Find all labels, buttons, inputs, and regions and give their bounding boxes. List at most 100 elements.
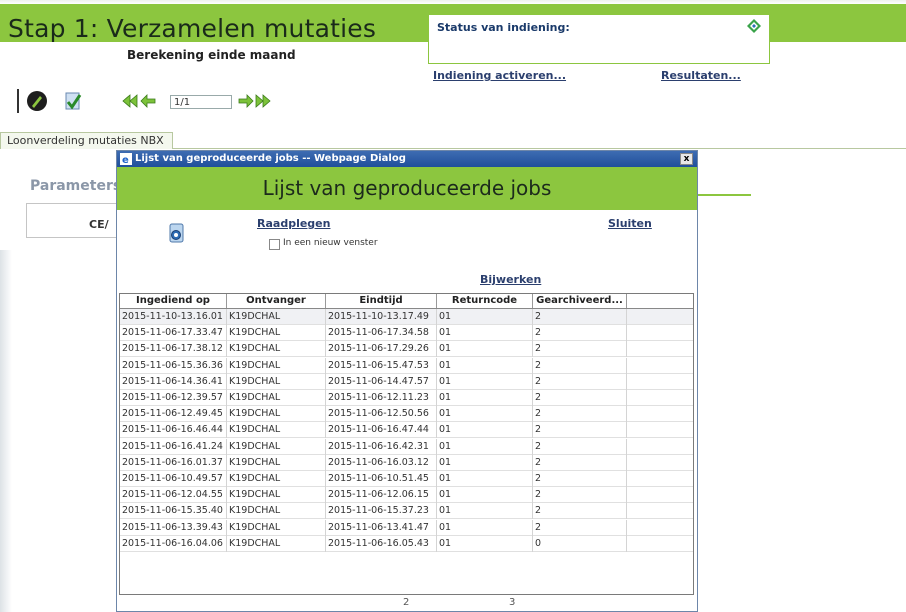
cell-submitted: 2015-11-06-16.41.24 xyxy=(120,438,227,455)
cell-empty xyxy=(627,406,693,422)
table-row[interactable]: 2015-11-06-10.49.57 K19DCHAL 2015-11-06-10… xyxy=(120,471,693,487)
dialog-title: Lijst van geproduceerde jobs -- Webpage … xyxy=(135,153,406,164)
cell-returncode: 01 xyxy=(437,357,533,374)
cell-returncode: 01 xyxy=(437,454,533,471)
dialog-close-button[interactable]: x xyxy=(680,153,693,165)
cell-end-time: 2015-11-06-10.51.45 xyxy=(326,471,437,487)
cell-recipient: K19DCHAL xyxy=(227,373,326,390)
page-subtitle: Berekening einde maand xyxy=(127,48,296,62)
column-header-submitted[interactable]: Ingediend op xyxy=(120,294,227,308)
table-row[interactable]: 2015-11-06-14.36.41 K19DCHAL 2015-11-06-14… xyxy=(120,373,693,390)
table-row[interactable]: 2015-11-06-16.04.06 K19DCHAL 2015-11-06-16… xyxy=(120,535,693,552)
cell-empty xyxy=(627,374,693,390)
cell-archived: 0 xyxy=(533,535,627,552)
jobs-list-dialog: e Lijst van geproduceerde jobs -- Webpag… xyxy=(116,150,698,612)
last-page-icon[interactable] xyxy=(255,94,271,108)
cell-empty xyxy=(627,358,693,374)
cell-returncode: 01 xyxy=(437,325,533,342)
cell-returncode: 01 xyxy=(437,487,533,504)
dialog-titlebar[interactable]: e Lijst van geproduceerde jobs -- Webpag… xyxy=(117,151,697,167)
view-document-icon[interactable] xyxy=(167,223,187,245)
cell-empty xyxy=(627,390,693,406)
cell-recipient: K19DCHAL xyxy=(227,406,326,423)
table-row[interactable]: 2015-11-06-16.41.24 K19DCHAL 2015-11-06-16… xyxy=(120,438,693,455)
table-row[interactable]: 2015-11-06-15.35.40 K19DCHAL 2015-11-06-15… xyxy=(120,503,693,520)
cell-returncode: 01 xyxy=(437,390,533,406)
table-row[interactable]: 2015-11-06-12.39.57 K19DCHAL 2015-11-06-12… xyxy=(120,390,693,406)
cell-recipient: K19DCHAL xyxy=(227,519,326,536)
activate-submission-link[interactable]: Indiening activeren... xyxy=(433,69,566,82)
cell-empty xyxy=(627,487,693,503)
tab-loonverdeling-mutaties[interactable]: Loonverdeling mutaties NBX xyxy=(0,132,173,149)
column-header-archived[interactable]: Gearchiveerd... xyxy=(533,294,627,308)
cell-empty xyxy=(627,341,693,357)
table-row[interactable]: 2015-11-06-16.46.44 K19DCHAL 2015-11-06-16… xyxy=(120,422,693,439)
next-page-icon[interactable] xyxy=(238,94,254,108)
column-header-end-time[interactable]: Eindtijd xyxy=(326,294,437,308)
table-row[interactable]: 2015-11-06-16.01.37 K19DCHAL 2015-11-06-16… xyxy=(120,454,693,471)
cell-submitted: 2015-11-06-16.01.37 xyxy=(120,454,227,471)
first-page-icon[interactable] xyxy=(122,94,138,108)
cell-archived: 2 xyxy=(533,325,627,342)
cell-recipient: K19DCHAL xyxy=(227,535,326,552)
toolbar-separator xyxy=(17,89,19,113)
footer-value: 2 xyxy=(403,597,410,608)
cell-recipient: K19DCHAL xyxy=(227,503,326,520)
cell-empty xyxy=(627,536,693,552)
table-row[interactable]: 2015-11-06-12.49.45 K19DCHAL 2015-11-06-12… xyxy=(120,406,693,423)
cell-archived: 2 xyxy=(533,341,627,358)
cell-archived: 2 xyxy=(533,438,627,455)
cell-archived: 2 xyxy=(533,373,627,390)
cell-archived: 2 xyxy=(533,471,627,487)
close-link[interactable]: Sluiten xyxy=(608,217,652,230)
edit-icon[interactable] xyxy=(26,90,48,112)
table-row[interactable]: 2015-11-06-17.38.12 K19DCHAL 2015-11-06-17… xyxy=(120,341,693,358)
cell-submitted: 2015-11-06-12.49.45 xyxy=(120,406,227,423)
jobs-table-footer: 2 3 xyxy=(119,597,694,611)
cell-end-time: 2015-11-06-16.05.43 xyxy=(326,535,437,552)
validate-document-icon[interactable] xyxy=(62,90,84,112)
cell-recipient: K19DCHAL xyxy=(227,357,326,374)
table-row[interactable]: 2015-11-06-15.36.36 K19DCHAL 2015-11-06-15… xyxy=(120,357,693,374)
previous-page-icon[interactable] xyxy=(140,94,156,108)
column-header-spacer xyxy=(627,294,693,308)
cell-submitted: 2015-11-06-10.49.57 xyxy=(120,471,227,487)
cell-submitted: 2015-11-06-17.33.47 xyxy=(120,325,227,342)
cell-archived: 2 xyxy=(533,487,627,504)
cell-recipient: K19DCHAL xyxy=(227,487,326,504)
page-number-input[interactable]: 1/1 xyxy=(170,95,232,109)
cell-end-time: 2015-11-06-13.41.47 xyxy=(326,519,437,536)
cell-end-time: 2015-11-06-14.47.57 xyxy=(326,373,437,390)
cell-returncode: 01 xyxy=(437,471,533,487)
cell-end-time: 2015-11-06-12.50.56 xyxy=(326,406,437,423)
cell-end-time: 2015-11-06-16.03.12 xyxy=(326,454,437,471)
cell-end-time: 2015-11-06-17.29.26 xyxy=(326,341,437,358)
results-link[interactable]: Resultaten... xyxy=(661,69,741,82)
cell-end-time: 2015-11-06-15.37.23 xyxy=(326,503,437,520)
table-row[interactable]: 2015-11-10-13.16.01 K19DCHAL 2015-11-10-13… xyxy=(120,309,693,325)
submission-status-panel: Status van indiening: xyxy=(428,14,770,64)
cell-submitted: 2015-11-06-15.36.36 xyxy=(120,357,227,374)
cell-submitted: 2015-11-06-15.35.40 xyxy=(120,503,227,520)
cell-end-time: 2015-11-06-12.06.15 xyxy=(326,487,437,504)
svg-text:e: e xyxy=(122,155,129,165)
view-link[interactable]: Raadplegen xyxy=(257,217,330,230)
table-row[interactable]: 2015-11-06-17.33.47 K19DCHAL 2015-11-06-17… xyxy=(120,325,693,342)
cell-end-time: 2015-11-06-16.42.31 xyxy=(326,438,437,455)
table-row[interactable]: 2015-11-06-12.04.55 K19DCHAL 2015-11-06-12… xyxy=(120,487,693,504)
background-shade xyxy=(0,250,12,612)
cell-submitted: 2015-11-06-16.04.06 xyxy=(120,535,227,552)
cell-recipient: K19DCHAL xyxy=(227,341,326,358)
jobs-table-header: Ingediend op Ontvanger Eindtijd Returnco… xyxy=(120,294,693,309)
cell-recipient: K19DCHAL xyxy=(227,390,326,406)
cell-returncode: 01 xyxy=(437,535,533,552)
column-header-returncode[interactable]: Returncode xyxy=(437,294,533,308)
parameters-heading: Parameters xyxy=(30,178,122,194)
page-title: Stap 1: Verzamelen mutaties xyxy=(8,14,377,43)
new-window-checkbox[interactable] xyxy=(269,239,280,250)
column-header-recipient[interactable]: Ontvanger xyxy=(227,294,326,308)
table-row[interactable]: 2015-11-06-13.39.43 K19DCHAL 2015-11-06-13… xyxy=(120,519,693,536)
status-refresh-icon[interactable] xyxy=(747,19,761,33)
refresh-link[interactable]: Bijwerken xyxy=(480,273,541,286)
parameters-box xyxy=(26,203,128,238)
